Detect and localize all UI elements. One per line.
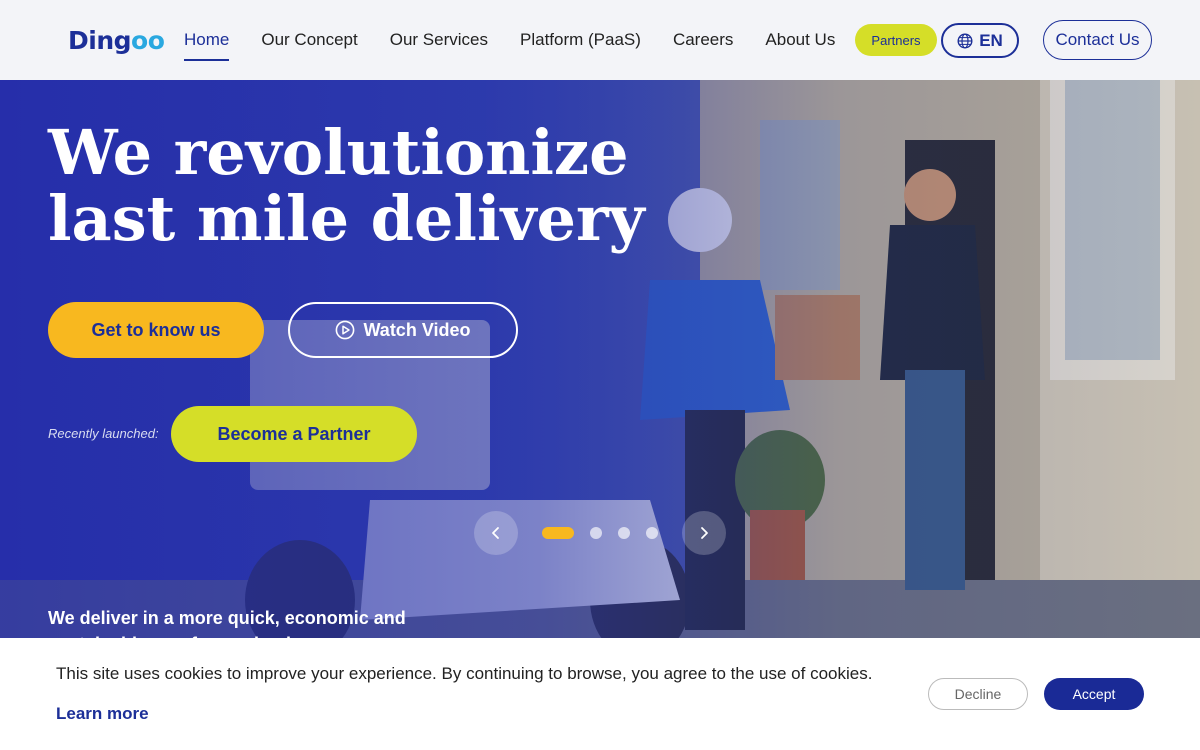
carousel-dot-4[interactable]	[646, 527, 658, 539]
language-button[interactable]: EN	[941, 23, 1019, 58]
nav-about-us[interactable]: About Us	[765, 0, 835, 80]
learn-more-link[interactable]: Learn more	[56, 704, 149, 724]
nav-platform[interactable]: Platform (PaaS)	[520, 0, 641, 80]
nav-careers[interactable]: Careers	[673, 0, 733, 80]
hero-headline-line1: We revolutionize	[48, 116, 629, 189]
carousel-next-button[interactable]	[682, 511, 726, 555]
decline-button[interactable]: Decline	[928, 678, 1028, 710]
logo[interactable]: Dingoo	[68, 24, 165, 56]
hero-headline-line2: last mile delivery	[48, 182, 645, 255]
recently-launched-label: Recently launched:	[48, 426, 159, 441]
logo-text: Dingoo	[68, 25, 165, 55]
cookie-message: This site uses cookies to improve your e…	[56, 664, 873, 683]
contact-us-button[interactable]: Contact Us	[1043, 20, 1152, 60]
carousel-prev-button[interactable]	[474, 511, 518, 555]
watch-video-button[interactable]: Watch Video	[288, 302, 518, 358]
become-partner-button[interactable]: Become a Partner	[171, 406, 417, 462]
globe-icon	[957, 32, 973, 49]
chevron-left-icon	[492, 527, 499, 539]
nav-home[interactable]: Home	[184, 0, 230, 80]
carousel-dots	[542, 527, 658, 539]
watch-video-label: Watch Video	[363, 319, 471, 340]
cookie-banner: This site uses cookies to improve your e…	[0, 638, 1200, 750]
accept-button[interactable]: Accept	[1044, 678, 1144, 710]
carousel-dot-3[interactable]	[618, 527, 630, 539]
partners-button[interactable]: Partners	[855, 24, 937, 56]
main-nav: Home Our Concept Our Services Platform (…	[184, 0, 867, 80]
hero-headline: We revolutionize last mile delivery	[48, 120, 668, 252]
site-header: Dingoo Home Our Concept Our Services Pla…	[0, 0, 1200, 80]
get-to-know-us-button[interactable]: Get to know us	[48, 302, 264, 358]
nav-our-services[interactable]: Our Services	[390, 0, 488, 80]
carousel-dot-2[interactable]	[590, 527, 602, 539]
chevron-right-icon	[701, 527, 708, 539]
play-circle-icon	[336, 320, 355, 340]
nav-our-concept[interactable]: Our Concept	[261, 0, 357, 80]
carousel-dot-1[interactable]	[542, 527, 574, 539]
language-label: EN	[979, 30, 1003, 50]
